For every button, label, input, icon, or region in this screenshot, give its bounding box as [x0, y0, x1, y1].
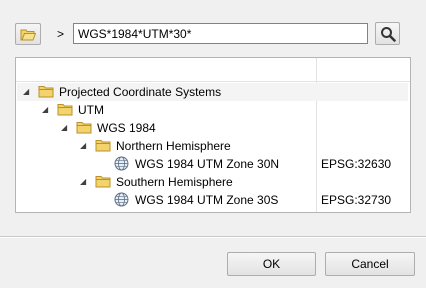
folder-icon — [76, 122, 92, 134]
tree-row-label: WGS 1984 UTM Zone 30S — [135, 193, 279, 207]
tree-row[interactable]: ◢ UTM — [17, 101, 408, 119]
expand-triangle-icon[interactable]: ◢ — [80, 141, 86, 151]
globe-icon — [114, 156, 129, 171]
folder-icon — [38, 86, 54, 98]
footer-separator-highlight — [0, 237, 426, 238]
folder-icon — [57, 104, 73, 116]
scroll-gutter[interactable] — [410, 58, 411, 213]
ok-button[interactable]: OK — [227, 252, 316, 276]
globe-icon — [114, 192, 129, 207]
expand-triangle-icon[interactable]: ◢ — [80, 177, 86, 187]
search-button[interactable] — [375, 22, 400, 45]
epsg-code: EPSG:32730 — [321, 193, 392, 207]
folder-icon — [95, 176, 111, 188]
search-input[interactable]: WGS*1984*UTM*30* — [73, 23, 368, 44]
tree-row-label: Northern Hemisphere — [116, 139, 231, 153]
open-folder-button[interactable] — [15, 23, 41, 45]
expand-triangle-icon[interactable]: ◢ — [42, 105, 48, 115]
tree-row-label: WGS 1984 UTM Zone 30N — [135, 157, 280, 171]
tree-row-label: Southern Hemisphere — [116, 175, 233, 189]
magnifier-icon — [380, 26, 396, 42]
breadcrumb-arrow: > — [57, 27, 65, 41]
cancel-button-label: Cancel — [351, 257, 389, 271]
ok-button-label: OK — [262, 257, 281, 271]
tree-row-label: WGS 1984 — [97, 121, 156, 135]
expand-triangle-icon[interactable]: ◢ — [23, 87, 29, 97]
tree-header — [16, 58, 410, 82]
epsg-code: EPSG:32630 — [321, 157, 392, 171]
tree-row[interactable]: ◢ Southern Hemisphere — [17, 173, 408, 191]
cancel-button[interactable]: Cancel — [325, 252, 415, 276]
tree-row[interactable]: ◢ WGS 1984 — [17, 119, 408, 137]
tree-row[interactable]: WGS 1984 UTM Zone 30N EPSG:32630 — [17, 155, 408, 173]
search-input-value: WGS*1984*UTM*30* — [78, 27, 192, 41]
dialog: { "toolbar": { "open_icon": "folder-open… — [0, 0, 426, 288]
tree-row[interactable]: ◢ Northern Hemisphere — [17, 137, 408, 155]
tree-row[interactable]: ◢ Projected Coordinate Systems — [17, 83, 408, 101]
folder-open-icon — [20, 29, 36, 40]
expand-triangle-icon[interactable]: ◢ — [61, 123, 67, 133]
tree-row-label: Projected Coordinate Systems — [59, 85, 222, 99]
tree-row[interactable]: WGS 1984 UTM Zone 30S EPSG:32730 — [17, 191, 408, 209]
folder-icon — [95, 140, 111, 152]
tree-row-label: UTM — [78, 103, 104, 117]
